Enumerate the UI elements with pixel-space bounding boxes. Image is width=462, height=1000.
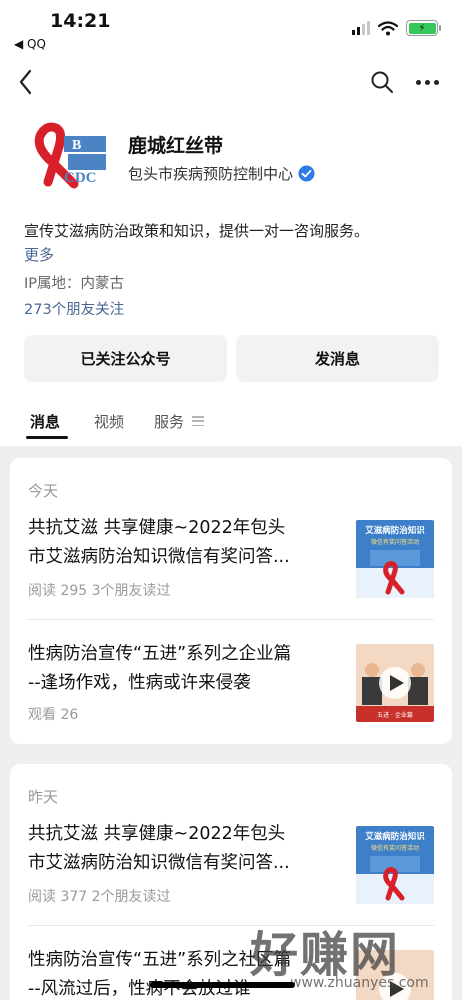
cellular-signal-icon — [352, 21, 370, 35]
account-description: 宣传艾滋病防治政策和知识，提供一对一咨询服务。 — [24, 222, 370, 240]
cdc-red-ribbon-logo: B CDC — [34, 122, 106, 189]
search-icon[interactable] — [370, 70, 394, 94]
svg-text:B: B — [72, 138, 81, 153]
svg-text:五进 · 企业篇: 五进 · 企业篇 — [377, 711, 413, 719]
account-name: 鹿城红丝带 — [128, 135, 224, 157]
feed-card-today: 今天 共抗艾滋 共享健康~2022年包头 市艾滋病防治知识微信有奖问答... 阅… — [10, 458, 452, 744]
home-indicator[interactable] — [150, 982, 295, 988]
article-meta: 阅读 377 2个朋友读过 — [28, 889, 171, 905]
battery-icon: ⚡ — [406, 20, 441, 36]
article-title[interactable]: 性病防治宣传“五进”系列之企业篇 --逢场作戏，性病或许来侵袭 — [28, 640, 343, 698]
verified-badge-icon — [298, 165, 315, 182]
more-options-icon[interactable] — [416, 72, 442, 92]
divider — [28, 619, 434, 620]
svg-text:艾滋病防治知识: 艾滋病防治知识 — [365, 831, 425, 842]
account-profile: B CDC 鹿城红丝带 包头市疾病预防控制中心 — [18, 122, 448, 192]
active-tab-indicator — [26, 436, 68, 439]
ip-location: IP属地：内蒙古 — [24, 276, 125, 292]
status-bar: 14:21 ◀ QQ ⚡ — [0, 0, 462, 56]
tab-services[interactable]: 服务 — [154, 411, 184, 432]
followed-account-button[interactable]: 已关注公众号 — [24, 335, 227, 382]
tab-messages[interactable]: 消息 — [30, 411, 60, 432]
article-thumbnail[interactable]: 艾滋病防治知识 微信有奖问答活动 — [356, 826, 434, 904]
article-title[interactable]: 共抗艾滋 共享健康~2022年包头 市艾滋病防治知识微信有奖问答... — [28, 820, 343, 878]
tab-videos[interactable]: 视频 — [94, 411, 124, 432]
day-label: 昨天 — [28, 788, 59, 806]
send-message-button[interactable]: 发消息 — [236, 335, 439, 382]
content-tabs: 消息 视频 服务 — [0, 408, 462, 440]
video-thumbnail[interactable]: 五进 · 企业篇 — [356, 644, 434, 722]
article-title[interactable]: 共抗艾滋 共享健康~2022年包头 市艾滋病防治知识微信有奖问答... — [28, 514, 343, 572]
account-org-row: 包头市疾病预防控制中心 — [128, 163, 315, 184]
article-meta: 阅读 295 3个朋友读过 — [28, 583, 171, 599]
status-time: 14:21 — [50, 10, 111, 32]
more-link[interactable]: 更多 — [24, 244, 54, 265]
account-org: 包头市疾病预防控制中心 — [128, 165, 294, 183]
back-to-app-link[interactable]: ◀ QQ — [14, 37, 46, 51]
logo-text: CDC — [64, 170, 97, 186]
wifi-icon — [378, 20, 398, 35]
friends-following-link[interactable]: 273个朋友关注 — [24, 298, 124, 319]
day-label: 今天 — [28, 482, 59, 500]
svg-text:微信有奖问答活动: 微信有奖问答活动 — [371, 844, 419, 852]
watermark-url: www.zhuanyes.com — [290, 975, 429, 991]
status-icons: ⚡ — [352, 20, 441, 36]
svg-text:微信有奖问答活动: 微信有奖问答活动 — [371, 538, 419, 546]
article-meta: 观看 26 — [28, 707, 79, 723]
nav-bar — [0, 60, 462, 104]
menu-lines-icon — [192, 416, 204, 426]
article-thumbnail[interactable]: 艾滋病防治知识 微信有奖问答活动 — [356, 520, 434, 598]
back-arrow-icon[interactable] — [16, 68, 36, 96]
svg-text:艾滋病防治知识: 艾滋病防治知识 — [365, 525, 425, 536]
